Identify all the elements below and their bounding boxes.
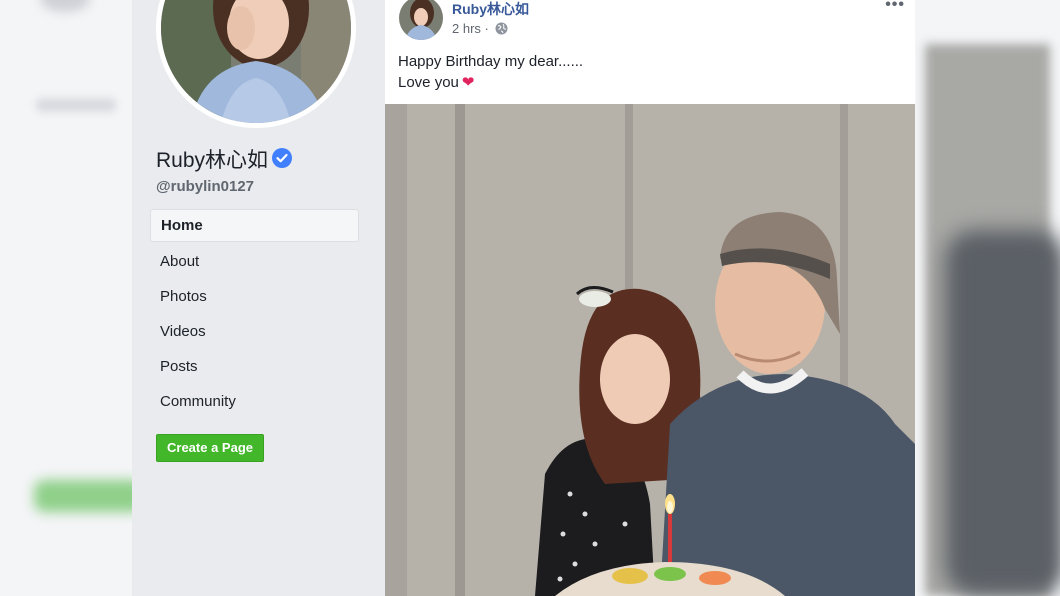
sidebar-item-posts[interactable]: Posts — [150, 349, 359, 384]
more-options-icon[interactable]: ••• — [885, 0, 905, 14]
post-photo[interactable] — [385, 104, 915, 596]
sidebar-item-community[interactable]: Community — [150, 384, 359, 419]
sidebar-item-about[interactable]: About — [150, 244, 359, 279]
page-name[interactable]: Ruby林心如 — [156, 144, 293, 174]
profile-picture[interactable] — [161, 0, 351, 123]
blurred-shape — [36, 98, 116, 112]
page-sidebar: Ruby林心如 @rubylin0127 Home About Photos V… — [132, 0, 371, 596]
post-meta: 2 hrs · — [452, 21, 508, 38]
blurred-shape — [40, 0, 90, 12]
sidebar-nav: Home About Photos Videos Posts Community — [150, 209, 359, 419]
globe-icon — [495, 22, 508, 38]
sidebar-item-photos[interactable]: Photos — [150, 279, 359, 314]
column-gap — [371, 0, 385, 596]
post-text-line-1: Happy Birthday my dear...... — [398, 53, 584, 70]
post-time[interactable]: 2 hrs — [452, 21, 481, 36]
heart-emoji-icon: ❤ — [461, 74, 475, 91]
blurred-right-margin — [915, 0, 1060, 596]
blurred-left-margin — [0, 0, 132, 596]
page-handle[interactable]: @rubylin0127 — [156, 178, 254, 195]
post-author-avatar[interactable] — [399, 0, 443, 40]
post-card: Ruby林心如 2 hrs · ••• Happy Birthday my de… — [385, 0, 915, 596]
blurred-shape — [34, 480, 132, 512]
blurred-shape — [945, 230, 1060, 596]
post-text: Happy Birthday my dear...... Love you ❤ — [398, 51, 583, 93]
sidebar-item-home[interactable]: Home — [150, 209, 359, 242]
sidebar-item-videos[interactable]: Videos — [150, 314, 359, 349]
verified-badge-icon — [272, 148, 293, 174]
post-author-name[interactable]: Ruby林心如 — [452, 0, 529, 19]
create-page-button[interactable]: Create a Page — [156, 434, 264, 462]
meta-separator: · — [484, 21, 489, 36]
post-text-line-2: Love you ❤ — [398, 74, 475, 91]
